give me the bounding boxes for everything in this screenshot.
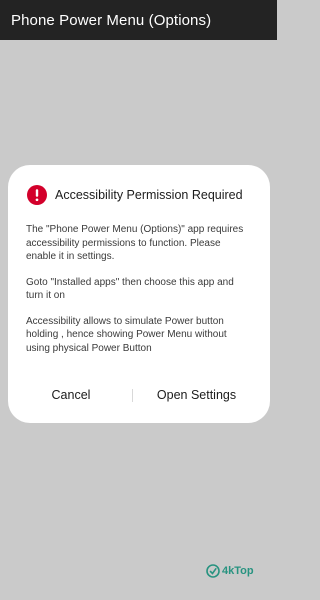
- dialog-header: Accessibility Permission Required: [26, 185, 252, 205]
- dialog-title: Accessibility Permission Required: [55, 188, 243, 202]
- dialog-actions: Cancel Open Settings: [8, 384, 270, 406]
- permission-dialog: Accessibility Permission Required The "P…: [8, 165, 270, 423]
- app-title: Phone Power Menu (Options): [11, 11, 212, 29]
- dialog-message-explanation: Accessibility allows to simulate Power b…: [26, 315, 227, 354]
- watermark-logo-icon: [206, 564, 220, 578]
- watermark: 4kTop: [206, 564, 254, 578]
- dialog-message-requirement: The "Phone Power Menu (Options)" app req…: [26, 224, 244, 262]
- dialog-message-instructions: Goto "Installed apps" then choose this a…: [26, 276, 234, 302]
- watermark-text: 4kTop: [222, 565, 254, 577]
- alert-circle-icon: [27, 185, 47, 205]
- open-settings-button[interactable]: Open Settings: [133, 388, 270, 402]
- app-bar: Phone Power Menu (Options): [0, 0, 277, 40]
- cancel-button[interactable]: Cancel: [8, 388, 132, 402]
